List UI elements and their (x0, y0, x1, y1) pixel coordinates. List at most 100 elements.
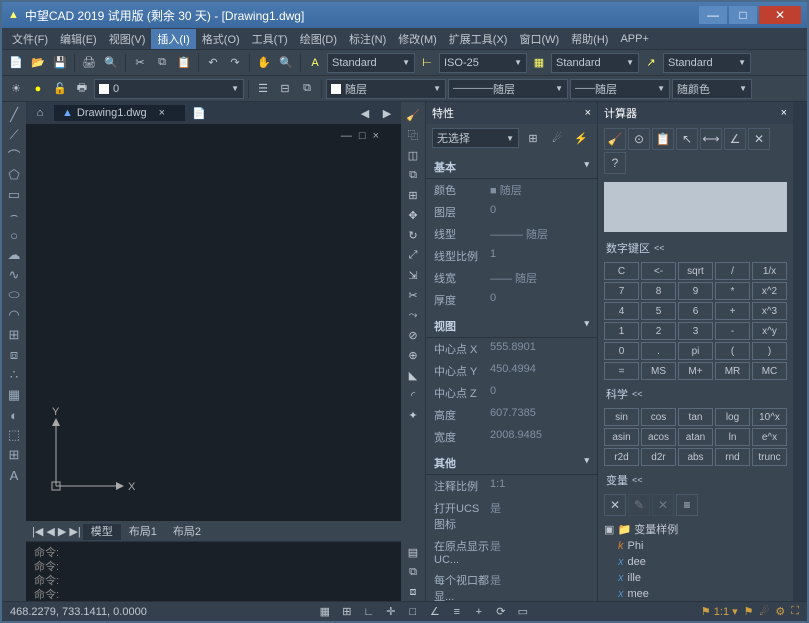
textstyle-combo[interactable]: Standard▼ (327, 53, 415, 73)
rotate-icon[interactable]: ↻ (403, 226, 423, 244)
tree-node[interactable]: kPhi (604, 538, 787, 554)
newtab-icon[interactable]: 📄 (189, 103, 209, 123)
break-icon[interactable]: ⊘ (403, 326, 423, 344)
layermgr-icon[interactable]: ⧉ (297, 79, 317, 99)
array-icon[interactable]: ⊞ (403, 186, 423, 204)
copy2-icon[interactable]: ⿻ (403, 126, 423, 144)
property-row[interactable]: 中心点 Z0 (426, 382, 597, 404)
mtext-icon[interactable]: A (4, 466, 24, 484)
calc-key[interactable]: 4 (604, 302, 639, 320)
spline-icon[interactable]: ∿ (4, 266, 24, 284)
calc-key[interactable]: x^y (752, 322, 787, 340)
maximize-button[interactable]: □ (729, 6, 757, 24)
calc-key[interactable]: * (715, 282, 750, 300)
autoadd-icon[interactable]: ☄ (760, 605, 770, 618)
dim-icon[interactable]: ⊢ (417, 53, 437, 73)
help-icon[interactable]: ? (604, 152, 626, 174)
table-icon[interactable]: ▦ (529, 53, 549, 73)
tree-node[interactable]: xmee (604, 586, 787, 601)
menu-item[interactable]: 工具(T) (246, 29, 294, 49)
property-row[interactable]: 线型——— 随层 (426, 223, 597, 245)
calc-key[interactable]: 5 (641, 302, 676, 320)
erase-icon[interactable]: 🧹 (403, 106, 423, 124)
cut-icon[interactable]: ✂ (130, 53, 150, 73)
selection-combo[interactable]: 无选择▼ (432, 128, 519, 148)
print-icon[interactable]: 🖨 (79, 53, 99, 73)
lwt-icon[interactable]: ≡ (447, 602, 467, 622)
calc-key[interactable]: ( (715, 342, 750, 360)
section-header[interactable]: 其他▾ (426, 452, 597, 475)
paste-icon[interactable]: 📋 (174, 53, 194, 73)
arc-icon[interactable]: ⌢ (4, 206, 24, 224)
gradient-icon[interactable]: ◐ (4, 406, 24, 424)
calc-key[interactable]: = (604, 362, 639, 380)
close-icon[interactable]: × (781, 107, 787, 119)
property-row[interactable]: 每个视口都显...是 (426, 569, 597, 601)
calc-key[interactable]: 6 (678, 302, 713, 320)
polar-icon[interactable]: ✛ (381, 602, 401, 622)
calc-key[interactable]: log (715, 408, 750, 426)
variable-tree[interactable]: ▣ 📁 变量样例 kPhixdeexillexmeexneexradxvee (598, 518, 793, 601)
annovisibility-icon[interactable]: ⚑ (744, 605, 754, 618)
calc-key[interactable]: x^2 (752, 282, 787, 300)
selobj-icon[interactable]: ☄ (547, 128, 567, 148)
fullscreen-icon[interactable]: ⛶ (791, 605, 799, 618)
property-row[interactable]: 注释比例1:1 (426, 475, 597, 497)
property-row[interactable]: 线型比例1 (426, 245, 597, 267)
calc-key[interactable]: 10^x (752, 408, 787, 426)
group-icon[interactable]: ⧉ (403, 563, 423, 581)
calc-key[interactable]: 2 (641, 322, 676, 340)
join-icon[interactable]: ⊕ (403, 346, 423, 364)
calc-key[interactable]: x^3 (752, 302, 787, 320)
menu-item[interactable]: 编辑(E) (54, 29, 103, 49)
explode-icon[interactable]: ✦ (403, 406, 423, 424)
calc-key[interactable]: MS (641, 362, 676, 380)
menu-item[interactable]: APP+ (614, 31, 654, 47)
extend-icon[interactable]: ⤳ (403, 306, 423, 324)
insert-icon[interactable]: ⊞ (4, 326, 24, 344)
dimstyle-combo[interactable]: ISO-25▼ (439, 53, 527, 73)
line-icon[interactable]: ╱ (4, 106, 24, 124)
revcloud-icon[interactable]: ☁ (4, 246, 24, 264)
calc-key[interactable]: tan (678, 408, 713, 426)
drawing-canvas[interactable]: — □ × X Y (26, 124, 401, 521)
ellipse-icon[interactable]: ⬭ (4, 286, 24, 304)
calc-key[interactable]: - (715, 322, 750, 340)
block-icon[interactable]: ⧈ (4, 346, 24, 364)
zoom-icon[interactable]: 🔍 (276, 53, 296, 73)
preview-icon[interactable]: 🔍 (101, 53, 121, 73)
ortho-icon[interactable]: ∟ (359, 602, 379, 622)
menu-item[interactable]: 绘图(D) (294, 29, 343, 49)
property-row[interactable]: 宽度2008.9485 (426, 426, 597, 448)
minimize-button[interactable]: — (699, 6, 727, 24)
getcoord-icon[interactable]: ↖ (676, 128, 698, 150)
section-header[interactable]: 视图▾ (426, 315, 597, 338)
annoscale-icon[interactable]: ⚑ 1:1 ▾ (701, 605, 738, 618)
property-row[interactable]: 在原点显示 UC...是 (426, 535, 597, 569)
ellipsearc-icon[interactable]: ◠ (4, 306, 24, 324)
save-icon[interactable]: 💾 (50, 53, 70, 73)
dyn-icon[interactable]: + (469, 602, 489, 622)
tab-nav[interactable]: |◀ ◀ ▶ ▶| (32, 525, 81, 538)
calc-key[interactable]: d2r (641, 448, 676, 466)
annotate-icon[interactable]: A (305, 53, 325, 73)
calc-display[interactable] (604, 182, 787, 232)
layout-tab[interactable]: 模型 (83, 524, 121, 540)
layerstate-icon[interactable]: ☰ (253, 79, 273, 99)
redo-icon[interactable]: ↷ (225, 53, 245, 73)
calc-key[interactable]: <- (641, 262, 676, 280)
layer-icon[interactable]: ☀ (6, 79, 26, 99)
xline-icon[interactable]: ⟋ (4, 126, 24, 144)
numpad-header[interactable]: 数字键区<< (598, 236, 793, 260)
menu-item[interactable]: 视图(V) (103, 29, 152, 49)
menu-item[interactable]: 标注(N) (343, 29, 392, 49)
calc-key[interactable]: sqrt (678, 262, 713, 280)
menu-item[interactable]: 帮助(H) (565, 29, 614, 49)
otrack-icon[interactable]: ∠ (425, 602, 445, 622)
layout-tab[interactable]: 布局2 (165, 524, 209, 540)
calc-key[interactable]: 1 (604, 322, 639, 340)
clear-icon[interactable]: 🧹 (604, 128, 626, 150)
tree-node[interactable]: xille (604, 570, 787, 586)
calc-key[interactable]: 1/x (752, 262, 787, 280)
lineweight-combo[interactable]: —— 随层▼ (570, 79, 670, 99)
